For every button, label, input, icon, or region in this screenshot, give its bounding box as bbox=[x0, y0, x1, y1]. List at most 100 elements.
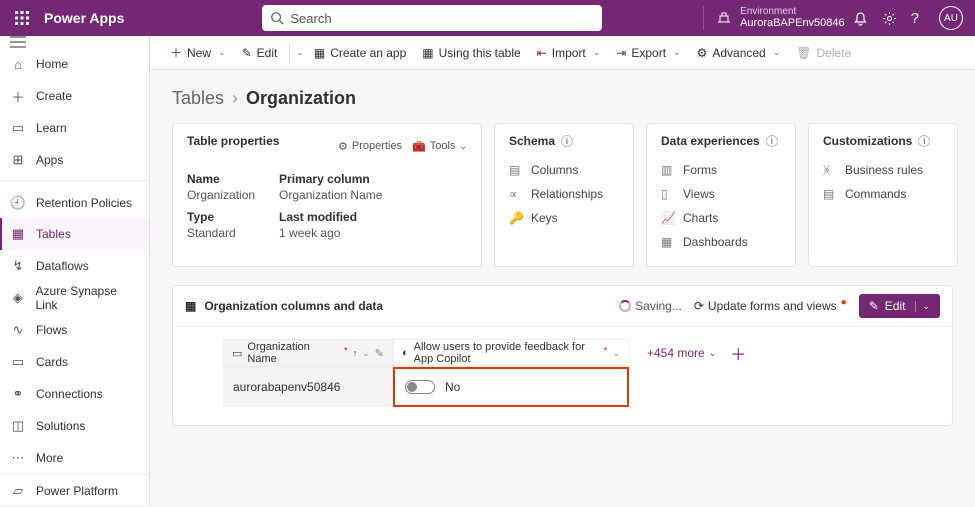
card-title: Table properties bbox=[187, 134, 279, 148]
cmd-advanced[interactable]: ⚙Advanced⌄ bbox=[691, 42, 787, 64]
sidebar: ⌂Home ＋Create ▭Learn ⊞Apps 🕘Retention Po… bbox=[0, 36, 150, 505]
connections-icon: ⚭ bbox=[10, 386, 26, 402]
sidebar-item-tables[interactable]: ▦Tables bbox=[0, 218, 149, 250]
sidebar-item-more[interactable]: ⋯More bbox=[0, 442, 149, 474]
cmd-new[interactable]: ＋New⌄ bbox=[164, 40, 232, 65]
search-icon bbox=[270, 11, 284, 25]
table-icon: ▦ bbox=[185, 299, 196, 313]
charts-icon: 📈 bbox=[661, 211, 675, 225]
more-icon: ⋯ bbox=[10, 450, 26, 466]
search-input[interactable]: Search bbox=[262, 5, 602, 31]
command-bar: ＋New⌄ ✎Edit ⌄ ▦Create an app ▦Using this… bbox=[150, 36, 975, 70]
tools-button[interactable]: 🧰Tools ⌄ bbox=[412, 140, 467, 153]
link-views[interactable]: ▯Views bbox=[661, 182, 781, 206]
cell-org-name[interactable]: aurorabapenv50846 bbox=[223, 367, 393, 407]
link-forms[interactable]: ▥Forms bbox=[661, 158, 781, 182]
synapse-icon: ◈ bbox=[10, 290, 26, 306]
environment-icon bbox=[716, 10, 732, 26]
toolbox-icon: 🧰 bbox=[412, 140, 426, 153]
link-keys[interactable]: 🔑Keys bbox=[509, 206, 619, 230]
card-data-experiences: Data experiencesi ▥Forms ▯Views 📈Charts … bbox=[646, 123, 796, 267]
bell-icon[interactable] bbox=[853, 11, 868, 26]
env-name: AuroraBAPEnv50846 bbox=[740, 17, 845, 29]
update-forms-views-button[interactable]: ⟳Update forms and views● bbox=[694, 299, 847, 313]
rules-icon: ᚸ bbox=[823, 163, 837, 177]
spinner-icon bbox=[619, 300, 631, 312]
apps-icon: ⊞ bbox=[10, 152, 26, 168]
retention-icon: 🕘 bbox=[10, 195, 26, 211]
more-columns-button[interactable]: +454 more ⌄ bbox=[639, 342, 724, 364]
environment-picker[interactable]: Environment AuroraBAPEnv50846 bbox=[703, 6, 845, 29]
sidebar-item-cards[interactable]: ▭Cards bbox=[0, 346, 149, 378]
sync-icon: ⟳ bbox=[694, 299, 704, 313]
sidebar-item-power-platform[interactable]: ▱Power Platform bbox=[0, 475, 149, 507]
keys-icon: 🔑 bbox=[509, 211, 523, 225]
plus-icon: ＋ bbox=[10, 88, 26, 104]
link-commands[interactable]: ▤Commands bbox=[823, 182, 943, 206]
edit-button[interactable]: ✎Edit⌄ bbox=[859, 294, 940, 318]
avatar[interactable]: AU bbox=[939, 6, 963, 30]
sidebar-item-learn[interactable]: ▭Learn bbox=[0, 112, 149, 144]
dataflows-icon: ↯ bbox=[10, 258, 26, 274]
help-icon[interactable]: ? bbox=[911, 10, 919, 27]
saving-status: Saving... bbox=[619, 299, 682, 313]
env-label: Environment bbox=[740, 6, 845, 17]
link-dashboards[interactable]: ▦Dashboards bbox=[661, 230, 781, 254]
cmd-import[interactable]: ⇤Import⌄ bbox=[531, 42, 607, 64]
info-icon[interactable]: i bbox=[561, 135, 573, 147]
solutions-icon: ◫ bbox=[10, 418, 26, 434]
top-bar: Power Apps Search Environment AuroraBAPE… bbox=[0, 0, 975, 36]
link-columns[interactable]: ▤Columns bbox=[509, 158, 619, 182]
sidebar-item-retention[interactable]: 🕘Retention Policies bbox=[0, 180, 149, 218]
columns-icon: ▤ bbox=[509, 163, 523, 177]
brand-name: Power Apps bbox=[36, 10, 132, 26]
relationships-icon: ∝ bbox=[509, 187, 523, 201]
forms-icon: ▥ bbox=[661, 163, 675, 177]
info-icon[interactable]: i bbox=[766, 135, 778, 147]
toggle-off-icon[interactable] bbox=[405, 380, 435, 394]
add-column-button[interactable]: ＋ bbox=[724, 347, 752, 364]
page-title: Organization bbox=[246, 88, 356, 109]
flows-icon: ∿ bbox=[10, 322, 26, 338]
commands-icon: ▤ bbox=[823, 187, 837, 201]
section-columns-data: ▦Organization columns and data Saving...… bbox=[172, 285, 953, 426]
sidebar-item-connections[interactable]: ⚭Connections bbox=[0, 378, 149, 410]
gear-icon: ⚙ bbox=[338, 140, 348, 153]
sidebar-item-create[interactable]: ＋Create bbox=[0, 80, 149, 112]
properties-button[interactable]: ⚙Properties bbox=[338, 140, 402, 153]
hamburger-icon[interactable] bbox=[0, 36, 149, 48]
settings-icon[interactable] bbox=[882, 11, 897, 26]
chevron-down-icon[interactable]: ⌄ bbox=[915, 301, 930, 312]
dashboards-icon: ▦ bbox=[661, 235, 675, 249]
cmd-create-app[interactable]: ▦Create an app bbox=[308, 42, 412, 64]
sidebar-item-synapse[interactable]: ◈Azure Synapse Link bbox=[0, 282, 149, 314]
card-table-properties: Table properties ⚙Properties 🧰Tools ⌄ Na… bbox=[172, 123, 482, 267]
cell-feedback-toggle[interactable]: No bbox=[393, 367, 629, 407]
tables-icon: ▦ bbox=[10, 226, 26, 242]
link-relationships[interactable]: ∝Relationships bbox=[509, 182, 619, 206]
sidebar-item-flows[interactable]: ∿Flows bbox=[0, 314, 149, 346]
cmd-export[interactable]: ⇥Export⌄ bbox=[610, 42, 686, 64]
power-platform-icon: ▱ bbox=[10, 483, 26, 499]
info-icon[interactable]: i bbox=[918, 135, 930, 147]
card-customizations: Customizationsi ᚸBusiness rules ▤Command… bbox=[808, 123, 958, 267]
cmd-delete[interactable]: 🗑Delete bbox=[790, 42, 857, 64]
breadcrumb-parent[interactable]: Tables bbox=[172, 88, 224, 109]
sidebar-item-dataflows[interactable]: ↯Dataflows bbox=[0, 250, 149, 282]
column-header-name[interactable]: ▭Organization Name*↑⌄✎ bbox=[223, 339, 393, 367]
cards-icon: ▭ bbox=[10, 354, 26, 370]
sidebar-item-home[interactable]: ⌂Home bbox=[0, 48, 149, 80]
cmd-edit[interactable]: ✎Edit bbox=[236, 42, 284, 64]
link-charts[interactable]: 📈Charts bbox=[661, 206, 781, 230]
column-header-feedback[interactable]: ◐Allow users to provide feedback for App… bbox=[393, 339, 629, 367]
link-business-rules[interactable]: ᚸBusiness rules bbox=[823, 158, 943, 182]
sidebar-item-apps[interactable]: ⊞Apps bbox=[0, 144, 149, 176]
sidebar-item-solutions[interactable]: ◫Solutions bbox=[0, 410, 149, 442]
chevron-right-icon: › bbox=[232, 88, 238, 109]
breadcrumb: Tables › Organization bbox=[172, 88, 953, 109]
waffle-icon[interactable] bbox=[8, 11, 36, 25]
search-placeholder: Search bbox=[290, 11, 331, 26]
cmd-using-table[interactable]: ▦Using this table bbox=[416, 42, 526, 64]
home-icon: ⌂ bbox=[10, 56, 26, 72]
book-icon: ▭ bbox=[10, 120, 26, 136]
